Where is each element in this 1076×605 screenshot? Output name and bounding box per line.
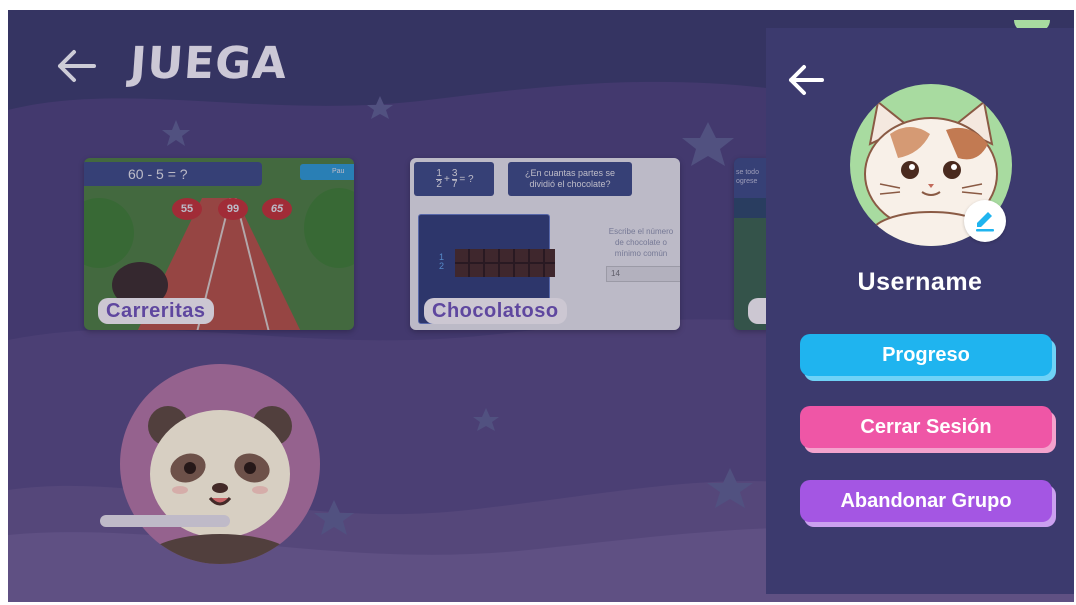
- back-button[interactable]: [50, 44, 102, 88]
- fraction: 37: [451, 167, 458, 190]
- pause-button: Pau: [300, 164, 354, 180]
- game-card-carreritas[interactable]: 60 - 5 = ? Pau 55 99 65 Carreritas: [84, 158, 354, 330]
- hint-text: Escribe el número de chocolate o mínimo …: [608, 227, 674, 258]
- tree: [84, 198, 134, 268]
- mini-fraction: 12: [439, 252, 445, 271]
- answer-apple: 65: [262, 198, 292, 220]
- username-label: Username: [857, 268, 983, 296]
- pencil-icon: [976, 212, 994, 232]
- equation-box: 60 - 5 = ?: [84, 162, 262, 186]
- progress-button[interactable]: Progreso: [800, 334, 1052, 376]
- app-screen: JUEGA 60 - 5 = ? Pau 55 99 65 Carreritas…: [8, 10, 1074, 602]
- fraction-equation: 12 + 37 = ?: [414, 162, 494, 196]
- profile-side-panel: Username Progreso Cerrar Sesión Abandona…: [766, 28, 1074, 594]
- panda-avatar: [120, 364, 320, 564]
- fraction: 12: [436, 167, 442, 190]
- close-panel-button[interactable]: [784, 60, 828, 100]
- answer-apple: 55: [172, 198, 202, 220]
- game-label: Carreritas: [98, 298, 214, 324]
- answer-field: 14: [606, 266, 680, 282]
- chocolate-bar: [455, 249, 555, 277]
- edit-avatar-button[interactable]: [964, 200, 1006, 242]
- page-title: JUEGA: [128, 38, 290, 89]
- tree: [304, 188, 354, 268]
- game-label: Chocolatoso: [424, 298, 567, 324]
- arrow-left-icon: [58, 50, 96, 82]
- partial-text: se todo ogrese: [736, 169, 759, 185]
- game-card-chocolatoso[interactable]: 12 + 37 = ? ¿En cuantas partes se dividió…: [410, 158, 680, 330]
- avatar-label: [100, 515, 230, 527]
- panda-illustration: [140, 406, 300, 564]
- logout-button[interactable]: Cerrar Sesión: [800, 406, 1052, 448]
- answer-apple: 99: [218, 198, 248, 220]
- question-box: ¿En cuantas partes se dividió el chocolat…: [508, 162, 632, 196]
- arrow-left-icon: [789, 65, 824, 95]
- leave-group-button[interactable]: Abandonar Grupo: [800, 480, 1052, 522]
